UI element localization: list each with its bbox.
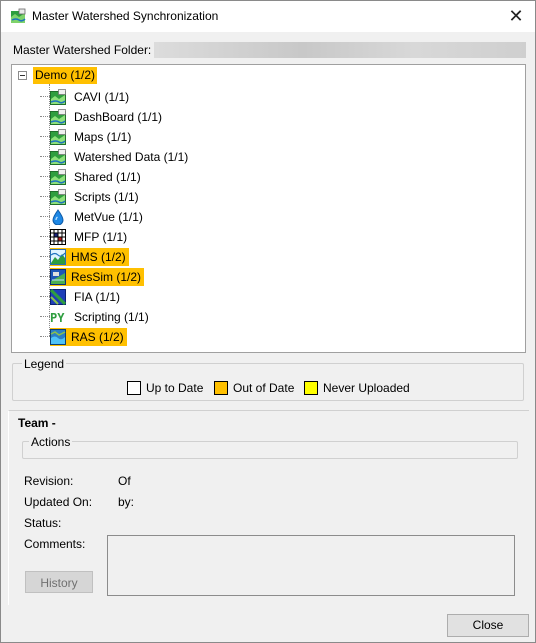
app-icon [11, 8, 26, 23]
tree-item-label: HMS (1/2) [68, 248, 129, 266]
tree-connector [40, 316, 50, 317]
tree-root-demo[interactable]: Demo (1/2) [33, 67, 98, 84]
updated-on-label: Updated On: [24, 495, 93, 509]
tree-item-label: MetVue (1/1) [74, 210, 143, 224]
legend-swatch-up-to-date [127, 381, 141, 395]
history-button[interactable]: History [25, 571, 93, 593]
actions-title: Actions [29, 435, 73, 449]
ressim-icon [50, 269, 66, 285]
tree-connector [40, 236, 50, 237]
watershed-icon [50, 149, 66, 165]
comments-textarea[interactable] [107, 535, 515, 596]
hms-icon [50, 249, 66, 265]
tree-item-label: Scripting (1/1) [74, 310, 149, 324]
tree-collapse-toggle[interactable] [18, 71, 27, 80]
tree-item-label: CAVI (1/1) [74, 90, 130, 104]
status-label: Status: [24, 516, 62, 530]
watershed-tree[interactable]: Demo (1/2) CAVI (1/1) DashBoard (1/1) Maps… [11, 64, 526, 353]
tree-item-label: Scripts (1/1) [74, 190, 139, 204]
watershed-icon [50, 89, 66, 105]
sync-dialog: Master Watershed Synchronization ✕ Maste… [0, 0, 536, 643]
legend-swatch-never-uploaded [304, 381, 318, 395]
watershed-icon [50, 109, 66, 125]
watershed-icon [50, 189, 66, 205]
master-folder-label: Master Watershed Folder: [13, 43, 152, 57]
tree-connector [40, 196, 50, 197]
tree-item-label: Shared (1/1) [74, 170, 141, 184]
ras-icon [50, 329, 66, 345]
grid-icon [50, 229, 66, 245]
tree-item-label: Maps (1/1) [74, 130, 132, 144]
updated-by-label: by: [118, 495, 135, 509]
legend-swatch-out-of-date [214, 381, 228, 395]
tree-connector [40, 276, 50, 277]
legend-title: Legend [22, 357, 67, 371]
legend-label-never-uploaded: Never Uploaded [323, 381, 410, 395]
tree-item-label: Watershed Data (1/1) [74, 150, 189, 164]
fia-icon [50, 289, 66, 305]
tree-item-label: DashBoard (1/1) [74, 110, 163, 124]
window-title: Master Watershed Synchronization [32, 9, 219, 23]
svg-text:PY: PY [50, 311, 65, 325]
tree-connector [40, 256, 50, 257]
tree-connector [40, 176, 50, 177]
master-folder-row: Master Watershed Folder: [13, 42, 526, 58]
tree-connector [40, 156, 50, 157]
tree-connector [40, 96, 50, 97]
master-folder-path [154, 42, 526, 58]
revision-label: Revision: [24, 474, 74, 488]
water-drop-icon [50, 209, 66, 225]
close-icon: ✕ [508, 6, 524, 26]
team-title: Team - [18, 416, 56, 430]
tree-item-label: RAS (1/2) [68, 328, 127, 346]
tree-connector [40, 116, 50, 117]
tree-item-label: FIA (1/1) [74, 290, 121, 304]
legend-panel: Legend Up to Date Out of Date Never Uplo… [12, 357, 524, 401]
close-window-button[interactable]: ✕ [503, 4, 529, 28]
tree-connector [40, 216, 50, 217]
tree-connector [40, 336, 50, 337]
tree-connector [40, 296, 50, 297]
team-panel: Team - Actions Revision: Of Updated On: … [8, 410, 529, 605]
python-icon: PY [50, 309, 66, 325]
watershed-icon [50, 129, 66, 145]
tree-item-label: ResSim (1/2) [68, 268, 145, 286]
actions-group: Actions [22, 435, 518, 459]
legend-label-up-to-date: Up to Date [146, 381, 204, 395]
watershed-icon [50, 169, 66, 185]
comments-label: Comments: [24, 537, 86, 551]
legend-label-out-of-date: Out of Date [233, 381, 295, 395]
title-bar: Master Watershed Synchronization ✕ [1, 1, 535, 32]
close-button[interactable]: Close [447, 614, 529, 637]
revision-value: Of [118, 474, 131, 488]
tree-connector [40, 136, 50, 137]
tree-item-label: MFP (1/1) [74, 230, 128, 244]
